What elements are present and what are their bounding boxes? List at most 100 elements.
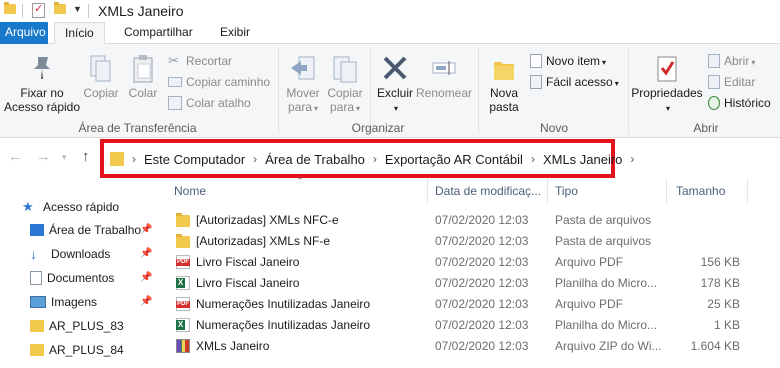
- breadcrumb-item-xmls-janeiro[interactable]: XMLs Janeiro: [543, 152, 622, 167]
- tab-compartilhar[interactable]: Compartilhar: [114, 22, 203, 44]
- file-name: Livro Fiscal Janeiro: [196, 276, 300, 290]
- file-date: 07/02/2020 12:03: [435, 339, 529, 353]
- sidebar-item-imagens[interactable]: Imagens: [30, 292, 97, 312]
- copy-path-button[interactable]: Copiar caminho: [168, 73, 270, 91]
- copy-to-button[interactable]: Copiar para ▾: [325, 54, 365, 116]
- file-row[interactable]: Livro Fiscal Janeiro 07/02/2020 12:03 Ar…: [170, 252, 780, 273]
- easy-access-button[interactable]: Fácil acesso ▾: [530, 73, 619, 91]
- file-type: Arquivo ZIP do Wi...: [555, 339, 662, 353]
- history-label: Histórico: [724, 96, 771, 110]
- sidebar-item-ar-plus-84[interactable]: AR_PLUS_84: [30, 340, 124, 360]
- paste-shortcut-button[interactable]: Colar atalho: [168, 94, 251, 112]
- open-button[interactable]: Abrir ▾: [708, 52, 755, 70]
- sidebar-item-acesso-rapido[interactable]: ★ Acesso rápido: [22, 197, 119, 217]
- file-row[interactable]: Numerações Inutilizadas Janeiro 07/02/20…: [170, 315, 780, 336]
- chevron-down-icon: ▾: [602, 58, 607, 67]
- delete-label: Excluir: [376, 86, 413, 100]
- paste-button[interactable]: Colar: [124, 54, 162, 100]
- sidebar-item-downloads[interactable]: ↓ Downloads: [30, 244, 110, 264]
- tab-inicio[interactable]: Início: [54, 22, 105, 45]
- divider: [278, 48, 279, 134]
- file-row[interactable]: [Autorizadas] XMLs NFC-e 07/02/2020 12:0…: [170, 210, 780, 231]
- new-folder-quick-icon[interactable]: [54, 2, 66, 14]
- properties-quick-icon[interactable]: [32, 2, 45, 18]
- column-divider[interactable]: [666, 178, 667, 204]
- group-label-new: Novo: [539, 121, 568, 135]
- window-title: XMLs Janeiro: [98, 3, 184, 19]
- paste-icon: [133, 55, 153, 83]
- column-header-tipo[interactable]: Tipo: [555, 184, 578, 198]
- open-label: Abrir: [724, 54, 750, 68]
- new-folder-button[interactable]: Nova pasta: [484, 54, 524, 114]
- file-size: 156 KB: [700, 255, 740, 269]
- paste-shortcut-icon: [168, 95, 182, 110]
- rename-button[interactable]: Renomear: [416, 54, 472, 100]
- column-header-tamanho[interactable]: Tamanho: [676, 184, 725, 198]
- breadcrumb-chevron-icon[interactable]: ›: [253, 152, 257, 166]
- group-label-open: Abrir: [693, 121, 719, 135]
- breadcrumb-chevron-icon[interactable]: ›: [373, 152, 377, 166]
- tab-arquivo[interactable]: Arquivo: [0, 22, 48, 44]
- properties-button[interactable]: Propriedades ▾: [631, 54, 703, 116]
- copy-to-icon: [333, 56, 357, 83]
- cut-label: Recortar: [186, 54, 233, 68]
- back-arrow-icon[interactable]: ←: [8, 148, 23, 165]
- file-row[interactable]: Livro Fiscal Janeiro 07/02/2020 12:03 Pl…: [170, 273, 780, 294]
- move-to-button[interactable]: Mover para ▾: [283, 54, 323, 116]
- column-divider[interactable]: [747, 178, 748, 204]
- recent-locations-dropdown-icon[interactable]: ▾: [62, 152, 67, 163]
- sidebar-item-ar-plus-83[interactable]: AR_PLUS_83: [30, 316, 124, 336]
- file-row[interactable]: Numerações Inutilizadas Janeiro 07/02/20…: [170, 294, 780, 315]
- ribbon-tabs: Arquivo Início Compartilhar Exibir: [0, 22, 780, 45]
- ribbon: Fixar no Acesso rápido Copiar Colar ✂ Rec…: [0, 44, 780, 138]
- rename-label: Renomear: [416, 86, 473, 100]
- easy-access-label: Fácil acesso: [546, 75, 613, 89]
- delete-button[interactable]: Excluir ▾: [374, 54, 416, 116]
- customize-toolbar-dropdown-icon[interactable]: ▼: [73, 4, 82, 14]
- folder-icon: [4, 2, 16, 14]
- cut-button[interactable]: ✂ Recortar: [168, 52, 232, 70]
- pictures-icon: [30, 296, 46, 308]
- paste-label: Colar: [128, 86, 158, 100]
- file-row[interactable]: XMLs Janeiro 07/02/2020 12:03 Arquivo ZI…: [170, 336, 780, 357]
- download-arrow-icon: ↓: [30, 246, 37, 262]
- breadcrumb-item-este-computador[interactable]: Este Computador: [144, 152, 245, 167]
- breadcrumb-chevron-icon[interactable]: ›: [132, 152, 136, 166]
- excel-file-icon: [176, 318, 190, 332]
- edit-icon: [708, 74, 720, 89]
- new-item-button[interactable]: Novo item ▾: [530, 52, 606, 70]
- sidebar-item-label: Imagens: [51, 295, 98, 309]
- column-divider[interactable]: [547, 178, 548, 204]
- column-divider[interactable]: [427, 178, 428, 204]
- tab-exibir[interactable]: Exibir: [210, 22, 260, 44]
- breadcrumb-chevron-icon[interactable]: ›: [531, 152, 535, 166]
- file-size: 25 KB: [707, 297, 740, 311]
- divider: [628, 48, 629, 134]
- column-header-nome[interactable]: Nome: [174, 184, 206, 198]
- breadcrumb-item-area-de-trabalho[interactable]: Área de Trabalho: [265, 152, 365, 167]
- column-header-data[interactable]: Data de modificaç...: [435, 184, 541, 198]
- file-type: Arquivo PDF: [555, 297, 624, 311]
- file-row[interactable]: [Autorizadas] XMLs NF-e 07/02/2020 12:03…: [170, 231, 780, 252]
- history-button[interactable]: Histórico: [708, 94, 771, 112]
- sidebar-item-area-de-trabalho[interactable]: Área de Trabalho: [30, 220, 141, 240]
- properties-icon: [657, 56, 677, 82]
- copy-path-label: Copiar caminho: [186, 75, 271, 89]
- edit-button[interactable]: Editar: [708, 73, 755, 91]
- sidebar-item-documentos[interactable]: Documentos: [30, 268, 114, 288]
- forward-arrow-icon[interactable]: →: [36, 148, 51, 165]
- pin-quick-access-button[interactable]: Fixar no Acesso rápido: [2, 54, 82, 114]
- breadcrumb-item-exportacao[interactable]: Exportação AR Contábil: [385, 152, 523, 167]
- copy-button[interactable]: Copiar: [82, 54, 120, 100]
- pin-icon: 📌: [140, 296, 153, 307]
- breadcrumb-chevron-icon[interactable]: ›: [630, 152, 634, 166]
- up-arrow-icon[interactable]: ↑: [82, 148, 90, 165]
- move-to-icon: [291, 56, 315, 80]
- file-date: 07/02/2020 12:03: [435, 297, 529, 311]
- excel-file-icon: [176, 276, 190, 290]
- address-bar[interactable]: › Este Computador › Área de Trabalho › E…: [100, 139, 634, 178]
- move-to-label-2: para: [287, 100, 312, 114]
- file-size: 1.604 KB: [690, 339, 740, 353]
- pdf-file-icon: [176, 255, 190, 269]
- file-date: 07/02/2020 12:03: [435, 318, 529, 332]
